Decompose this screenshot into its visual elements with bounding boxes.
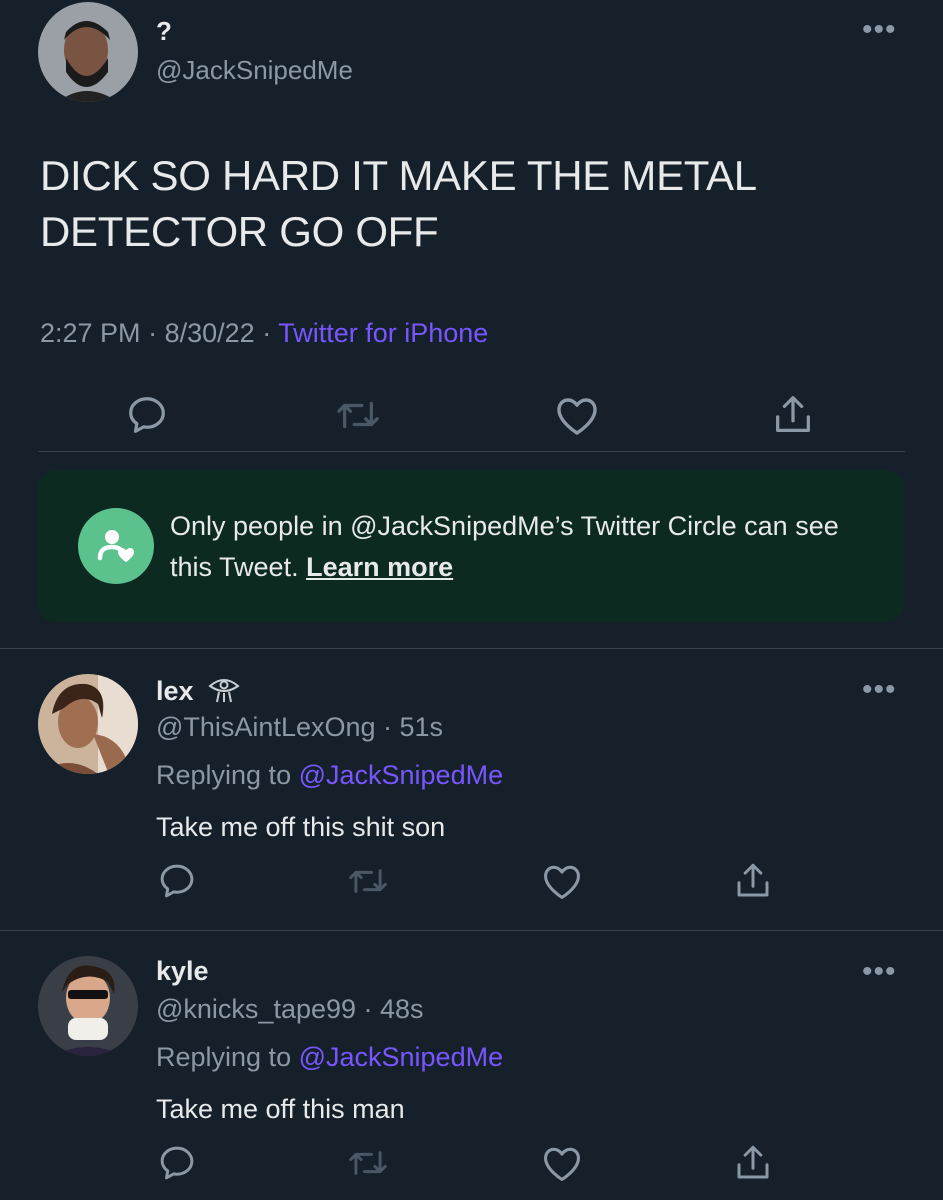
like-icon[interactable]: [540, 1142, 584, 1184]
retweet-icon[interactable]: [346, 862, 390, 900]
replying-to: Replying to @JackSnipedMe: [156, 760, 503, 791]
reply-author-name[interactable]: kyle: [156, 956, 209, 987]
replying-prefix: Replying to: [156, 760, 299, 790]
main-tweet: ? @JackSnipedMe ••• DICK SO HARD IT MAKE…: [0, 0, 943, 650]
meta-separator: ·: [262, 318, 272, 348]
tweet-text: DICK SO HARD IT MAKE THE METAL DETECTOR …: [40, 152, 756, 255]
like-icon[interactable]: [553, 392, 601, 438]
tweet-source[interactable]: Twitter for iPhone: [278, 318, 488, 348]
more-icon[interactable]: •••: [862, 957, 897, 987]
author-handle[interactable]: @JackSnipedMe: [156, 55, 353, 86]
tweet-time: 2:27 PM: [40, 318, 141, 348]
learn-more-link[interactable]: Learn more: [306, 552, 453, 582]
circle-notice-text: Only people in @JackSnipedMe’s Twitter C…: [170, 506, 870, 588]
reply-handle[interactable]: @knicks_tape99 · 48s: [156, 994, 424, 1025]
reply-handle[interactable]: @ThisAintLexOng · 51s: [156, 712, 443, 743]
tweet-meta: 2:27 PM · 8/30/22 · Twitter for iPhone: [40, 318, 488, 349]
reply-tweet[interactable]: lex @ThisAintLexOng · 51s ••• Replying t…: [0, 674, 943, 924]
tweet-date: 8/30/22: [164, 318, 255, 348]
circle-notice-message: Only people in @JackSnipedMe’s Twitter C…: [170, 511, 839, 582]
more-icon[interactable]: •••: [862, 15, 897, 45]
reply-text: Take me off this man: [156, 1094, 405, 1124]
reply-icon[interactable]: [156, 1142, 198, 1184]
avatar[interactable]: [38, 2, 138, 102]
reply-icon[interactable]: [124, 392, 170, 438]
share-icon[interactable]: [732, 1142, 774, 1184]
retweet-icon[interactable]: [334, 394, 382, 436]
avatar[interactable]: [38, 956, 138, 1056]
replying-prefix: Replying to: [156, 1042, 299, 1072]
reply-name-text: lex: [156, 676, 194, 706]
reply-text: Take me off this shit son: [156, 812, 446, 842]
more-icon[interactable]: •••: [862, 675, 897, 705]
replying-mention[interactable]: @JackSnipedMe: [299, 760, 504, 790]
share-icon[interactable]: [770, 392, 816, 438]
like-icon[interactable]: [540, 860, 584, 902]
divider: [38, 451, 905, 452]
circle-notice: Only people in @JackSnipedMe’s Twitter C…: [38, 470, 904, 622]
reply-icon[interactable]: [156, 860, 198, 902]
divider: [0, 930, 943, 931]
page: ? @JackSnipedMe ••• DICK SO HARD IT MAKE…: [0, 0, 943, 1200]
avatar[interactable]: [38, 674, 138, 774]
replying-to: Replying to @JackSnipedMe: [156, 1042, 503, 1073]
circle-icon: [78, 508, 154, 584]
share-icon[interactable]: [732, 860, 774, 902]
replying-mention[interactable]: @JackSnipedMe: [299, 1042, 504, 1072]
reply-tweet[interactable]: kyle @knicks_tape99 · 48s ••• Replying t…: [0, 956, 943, 1200]
retweet-icon[interactable]: [346, 1144, 390, 1182]
author-name[interactable]: ?: [156, 16, 172, 47]
eye-emoji-icon: [208, 679, 240, 703]
divider: [0, 648, 943, 649]
meta-separator: ·: [148, 318, 158, 348]
reply-author-name[interactable]: lex: [156, 674, 241, 707]
